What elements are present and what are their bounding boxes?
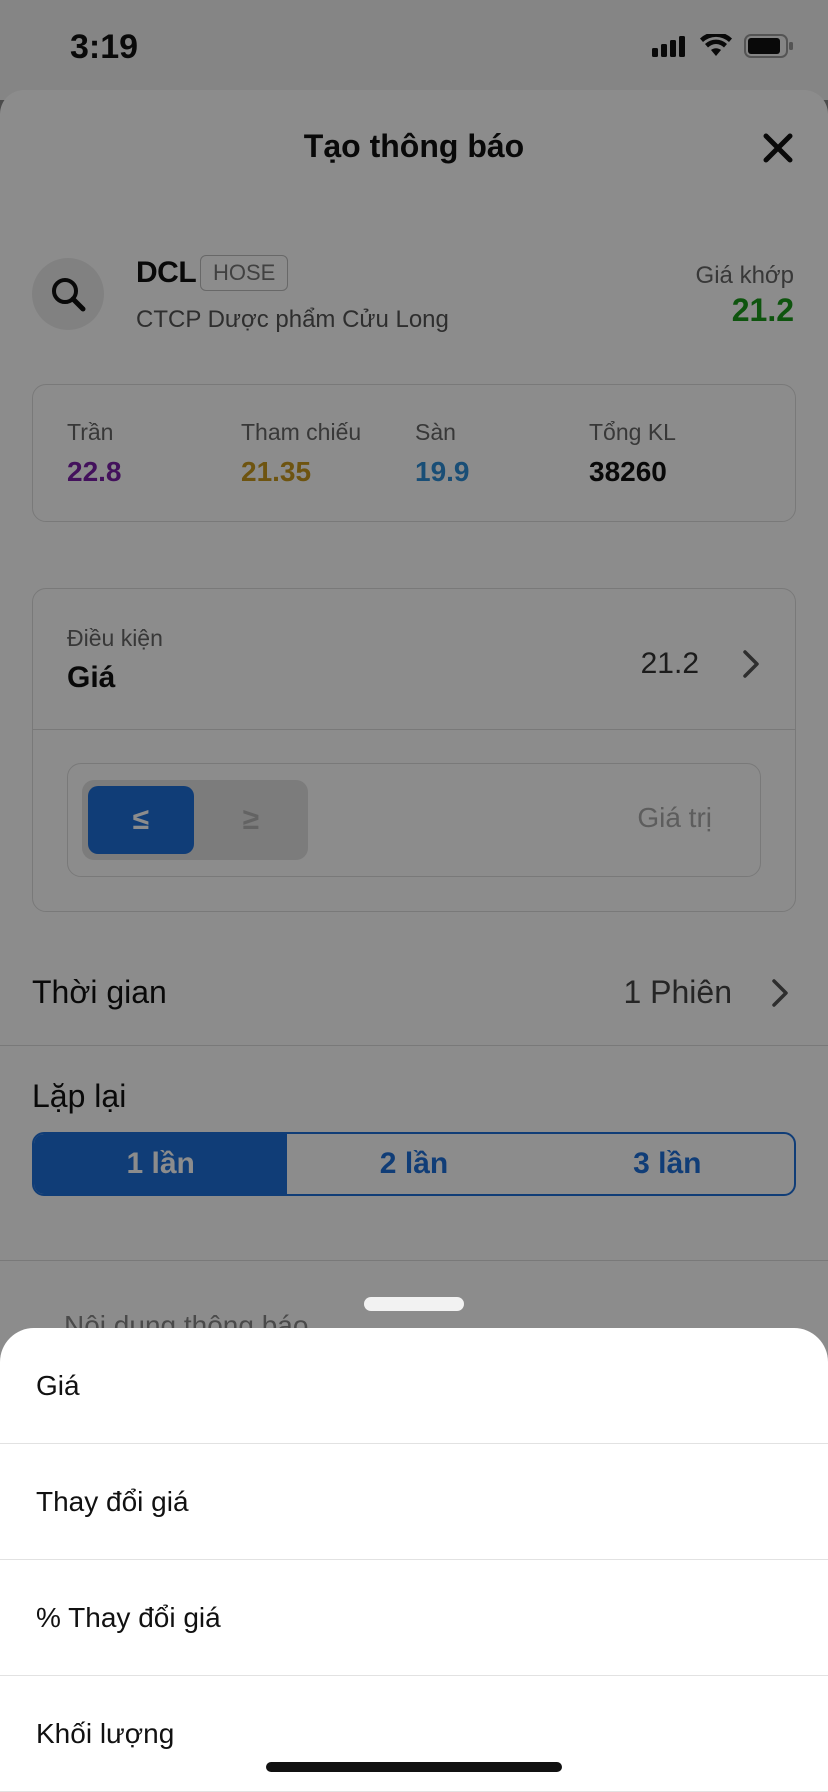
action-item-price-change-percent[interactable]: % Thay đổi giá [0, 1560, 828, 1676]
home-indicator [266, 1762, 562, 1772]
action-item-price-change[interactable]: Thay đổi giá [0, 1444, 828, 1560]
condition-action-sheet: Giá Thay đổi giá % Thay đổi giá Khối lượ… [0, 1328, 828, 1792]
action-item-price[interactable]: Giá [0, 1328, 828, 1444]
action-item-volume[interactable]: Khối lượng [0, 1676, 828, 1792]
sheet-grabber[interactable] [364, 1297, 464, 1311]
